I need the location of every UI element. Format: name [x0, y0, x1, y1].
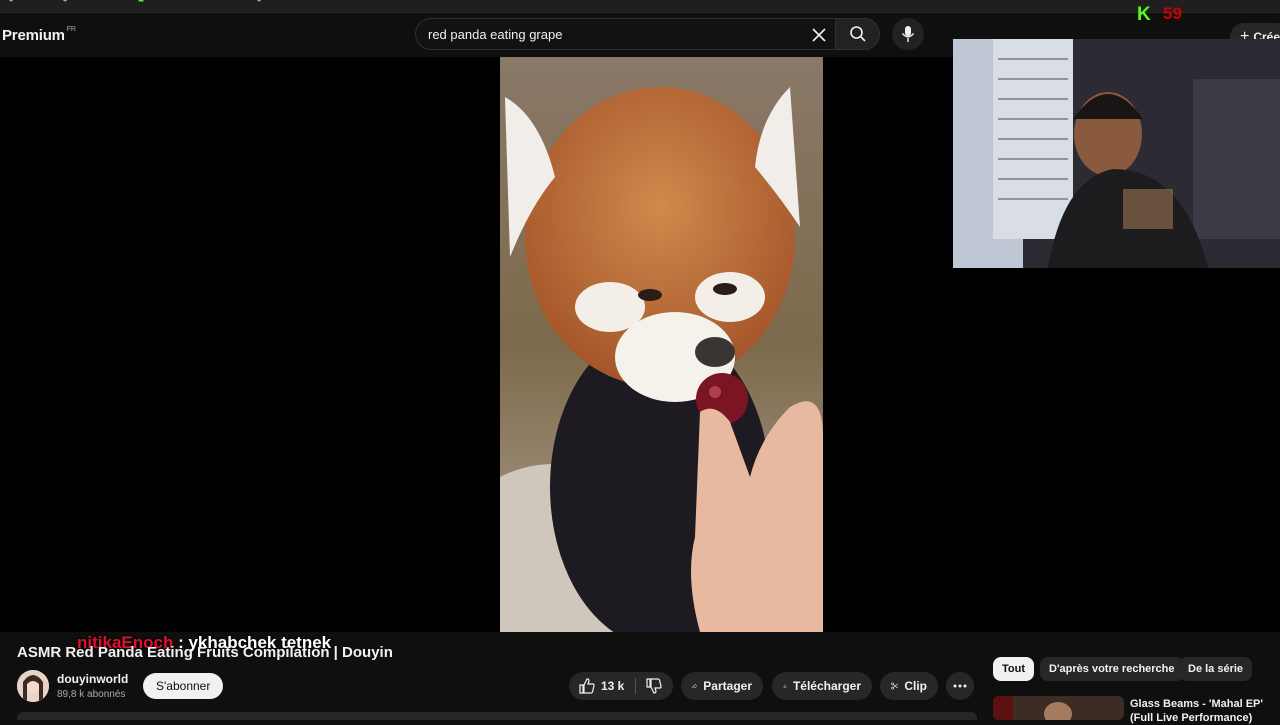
more-horizontal-icon	[953, 684, 967, 688]
share-icon	[692, 683, 698, 689]
bookmark-icon[interactable]: ●	[256, 0, 262, 5]
red-panda-video-image	[500, 57, 823, 632]
recommendation-title[interactable]: Glass Beams - 'Mahal EP' (Full Live Perf…	[1130, 697, 1280, 725]
chip-all[interactable]: Tout	[993, 657, 1035, 681]
download-button[interactable]: Télécharger	[772, 672, 872, 700]
youtube-premium-logo[interactable]: Premium FR	[2, 26, 76, 44]
video-frame[interactable]	[500, 57, 823, 632]
description-box[interactable]	[17, 712, 977, 720]
logo-text: Premium	[2, 27, 65, 44]
channel-avatar[interactable]	[17, 670, 49, 702]
webcam-image	[953, 39, 1280, 268]
download-label: Télécharger	[792, 679, 861, 693]
subscriber-count: 89,8 k abonnés	[57, 689, 126, 700]
chip-from-series[interactable]: De la série	[1179, 657, 1253, 681]
chip-related-to-search[interactable]: D'après votre recherche	[1040, 657, 1184, 681]
video-title: ASMR Red Panda Eating Fruits Compilation…	[17, 644, 393, 661]
thumbs-down-icon	[646, 678, 662, 694]
dislike-button[interactable]	[643, 672, 665, 700]
recommendation-thumbnail[interactable]	[993, 696, 1124, 720]
like-dislike-group: 13 k	[569, 672, 673, 700]
thumbs-up-icon	[579, 678, 595, 694]
subscribe-button[interactable]: S'abonner	[143, 673, 224, 699]
clear-search-icon[interactable]	[807, 23, 831, 47]
bookmarks-bar: ● ● ■ ●	[0, 0, 1280, 13]
logo-region: FR	[66, 26, 76, 33]
share-button[interactable]: Partager	[681, 672, 763, 700]
kick-logo: K	[1137, 4, 1151, 25]
more-actions-button[interactable]	[946, 672, 974, 700]
like-button[interactable]: 13 k	[579, 672, 624, 700]
voice-search-button[interactable]	[892, 18, 924, 50]
search-box[interactable]: red panda eating grape	[415, 18, 835, 50]
clip-label: Clip	[904, 679, 927, 693]
bookmark-icon[interactable]: ●	[8, 0, 14, 5]
webcam-overlay	[953, 39, 1280, 268]
channel-name[interactable]: douyinworld	[57, 672, 128, 686]
like-count: 13 k	[601, 679, 625, 693]
search-button[interactable]	[835, 18, 880, 50]
bookmark-icon[interactable]: ●	[62, 0, 68, 5]
like-divider	[635, 678, 636, 694]
viewer-count: 59	[1163, 4, 1182, 23]
search-icon	[849, 26, 866, 42]
search-input[interactable]: red panda eating grape	[428, 27, 562, 42]
scissors-icon	[891, 682, 899, 690]
download-icon	[783, 684, 787, 688]
clip-button[interactable]: Clip	[880, 672, 938, 700]
microphone-icon	[901, 26, 915, 42]
share-label: Partager	[703, 679, 752, 693]
bookmark-icon[interactable]: ■	[138, 0, 144, 5]
